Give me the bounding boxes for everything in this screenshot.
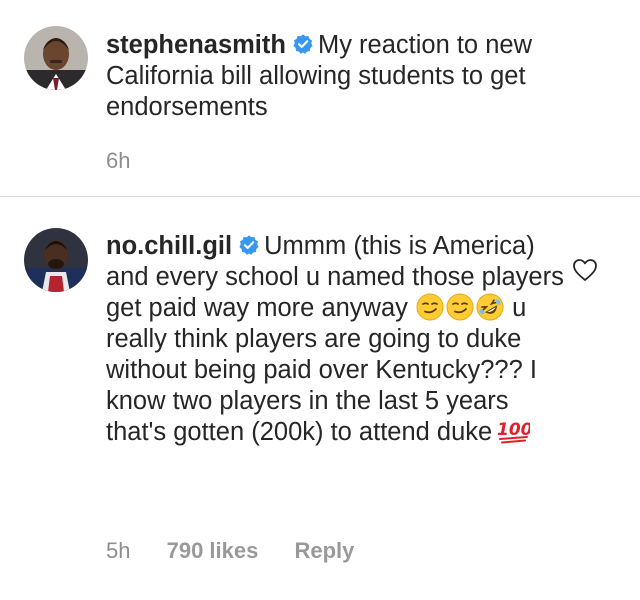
caption-meta: 6h [106, 148, 130, 174]
avatar-photo-nochillgil [24, 228, 88, 292]
hundred-points-emoji-icon: 100 [497, 420, 530, 444]
caption-post: stephenasmith My reaction to new Califor… [0, 0, 640, 196]
username[interactable]: no.chill.gil [106, 232, 232, 260]
verified-badge-icon [239, 235, 259, 255]
avatar[interactable] [24, 26, 88, 90]
rolling-on-floor-laughing-emoji-icon [476, 293, 504, 321]
likes-count[interactable]: 790 likes [167, 538, 259, 564]
comment-meta: 5h 790 likes Reply [106, 538, 354, 564]
timestamp: 5h [106, 538, 131, 563]
smirking-face-emoji-icon [416, 293, 444, 321]
like-heart-icon[interactable] [572, 258, 598, 282]
avatar[interactable] [24, 228, 88, 292]
avatar-photo-stephenasmith [24, 26, 88, 90]
verified-badge-icon [293, 34, 313, 54]
comment-text: no.chill.gil Ummm (this is America) and … [106, 231, 566, 448]
caption-text: stephenasmith My reaction to new Califor… [106, 30, 566, 123]
timestamp: 6h [106, 148, 131, 173]
reply-button[interactable]: Reply [294, 538, 354, 564]
smirking-face-emoji-icon [446, 293, 474, 321]
username[interactable]: stephenasmith [106, 31, 286, 59]
divider [0, 196, 640, 197]
